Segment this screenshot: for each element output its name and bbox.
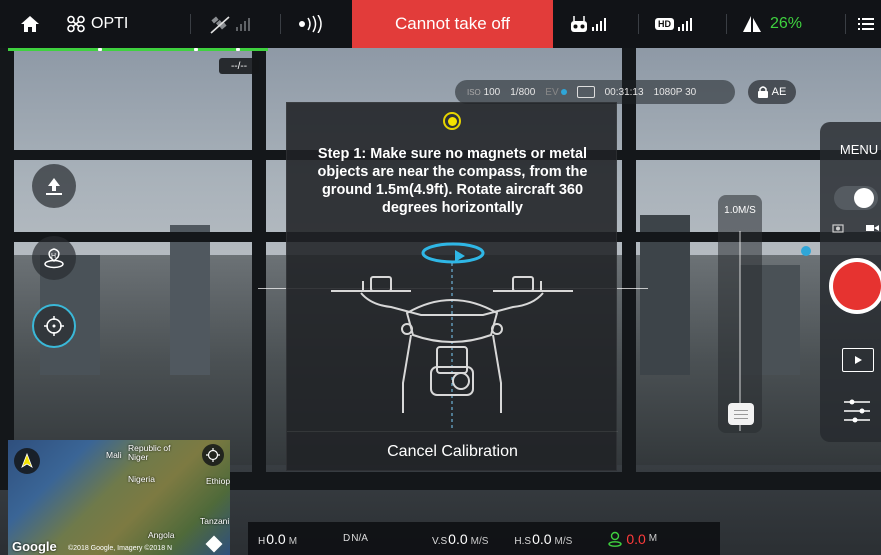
- lock-icon: [757, 86, 768, 98]
- takeoff-button[interactable]: [32, 164, 76, 208]
- compass-calibration-dialog: Step 1: Make sure no magnets or metal ob…: [286, 102, 618, 472]
- takeoff-status-banner: Cannot take off: [352, 0, 553, 48]
- resolution-readout: 1080P 30: [653, 86, 697, 98]
- rc-signal-bars: [592, 17, 606, 31]
- map-diamond-icon[interactable]: [205, 535, 223, 553]
- horizontal-speed-readout: H.S0.0 M/S: [514, 530, 573, 547]
- intelligent-flight-button[interactable]: [32, 304, 76, 348]
- home-button[interactable]: [20, 0, 40, 48]
- photo-mode-icon: [832, 224, 844, 233]
- map-compass-button[interactable]: [14, 448, 40, 474]
- remote-controller-signal: [570, 0, 606, 48]
- play-icon: [855, 356, 862, 364]
- takeoff-status-text: Cannot take off: [395, 14, 510, 33]
- svg-text:H: H: [51, 253, 56, 260]
- distance-readout: DN/A: [343, 533, 368, 544]
- cancel-calibration-label: Cancel Calibration: [387, 443, 518, 460]
- crosshair-icon: [44, 316, 64, 336]
- calibration-instruction: Step 1: Make sure no magnets or metal ob…: [317, 146, 588, 216]
- video-mode-icon: [866, 225, 879, 231]
- battery-status[interactable]: 26%: [742, 0, 802, 48]
- return-home-icon: H: [44, 248, 64, 269]
- video-link-signal: HD: [655, 0, 692, 48]
- iso-readout: ISO 100: [467, 86, 501, 98]
- flight-progress-bar: [8, 48, 268, 51]
- shutter-readout: 1/800: [510, 86, 536, 98]
- battery-percent: 26%: [770, 15, 803, 32]
- hd-signal-bars: [678, 17, 692, 31]
- camera-settings-strip[interactable]: ISO 100 1/800 EV 00:31:13 1080P 30: [455, 80, 735, 104]
- slider-handle[interactable]: [728, 403, 754, 425]
- gps-signal-bars: [236, 17, 250, 31]
- camera-settings-sliders-icon[interactable]: [842, 396, 872, 426]
- map-label: Ethiop: [206, 476, 230, 486]
- sd-card-icon: [576, 86, 595, 98]
- mini-map[interactable]: Mali Republic of Niger Nigeria Ethiop Ta…: [8, 440, 230, 555]
- cancel-calibration-button[interactable]: Cancel Calibration: [287, 431, 618, 472]
- menu-button[interactable]: MENU: [820, 142, 881, 157]
- ev-readout: EV: [545, 87, 567, 98]
- ae-lock-button[interactable]: AE: [748, 80, 796, 104]
- map-label: Tanzani: [200, 516, 230, 526]
- map-label: Angola: [148, 530, 175, 540]
- obstacle-sensing-status[interactable]: [298, 0, 326, 48]
- window-frame: [0, 48, 14, 488]
- satellite-icon: [210, 16, 230, 34]
- map-label: Mali: [106, 450, 122, 460]
- vision-sensor-icon: [299, 15, 322, 33]
- window-frame: [252, 48, 266, 488]
- aircraft-name: OPTI: [91, 15, 129, 32]
- vertical-speed-readout: V.S0.0 M/S: [431, 530, 489, 547]
- playback-button[interactable]: [842, 348, 874, 372]
- camera-control-panel: MENU: [820, 122, 881, 442]
- telemetry-bar: H0.0 M DN/A V.S0.0 M/S H.S0.0 M/S 0.0 M: [248, 522, 720, 555]
- photo-video-toggle[interactable]: [834, 186, 878, 210]
- aircraft-icon: [67, 15, 85, 33]
- battery-flight-icon: [743, 16, 761, 32]
- takeoff-icon: [46, 178, 62, 195]
- map-locate-button[interactable]: [202, 444, 224, 466]
- settings-menu-button[interactable]: [858, 0, 874, 48]
- slider-track: [739, 231, 741, 431]
- gimbal-indicator-dot: [801, 246, 811, 256]
- hd-icon: HD: [655, 18, 674, 30]
- return-to-home-button[interactable]: H: [32, 236, 76, 280]
- drone-illustration: [331, 263, 573, 428]
- ae-label: AE: [771, 86, 787, 98]
- list-menu-icon: [858, 18, 874, 30]
- top-status-bar: OPTI Cannot take off HD 26%: [0, 0, 881, 48]
- shutter-record-button[interactable]: [829, 258, 881, 314]
- progress-marker-label: --/--: [219, 58, 259, 74]
- window-frame: [622, 48, 636, 488]
- locate-icon: [206, 448, 220, 462]
- map-attribution: ©2018 Google, Imagery ©2018 N: [68, 545, 173, 552]
- calibration-indicator-icon: [443, 112, 461, 130]
- aircraft-heading-icon: [21, 453, 33, 468]
- map-label: Republic of Niger: [128, 443, 171, 462]
- home-icon: [21, 16, 39, 32]
- map-label: Nigeria: [128, 474, 155, 484]
- speed-value: 1.0M/S: [724, 205, 756, 216]
- aircraft-status[interactable]: OPTI: [66, 0, 128, 48]
- gps-signal: [210, 0, 250, 48]
- home-point-icon: [608, 531, 623, 547]
- dji-go-flight-screen: OPTI Cannot take off HD 26% --/-- ISO 10…: [0, 0, 881, 555]
- remaining-time: 00:31:13: [604, 86, 644, 98]
- height-readout: H0.0 M: [258, 530, 298, 547]
- google-logo: Google: [12, 539, 57, 554]
- remote-controller-icon: [571, 16, 587, 32]
- home-distance-readout: 0.0 M: [608, 531, 657, 547]
- speed-slider[interactable]: 1.0M/S: [718, 195, 762, 433]
